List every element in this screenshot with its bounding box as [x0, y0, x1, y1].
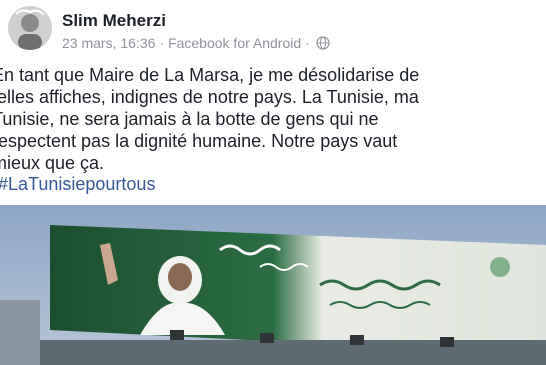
post-text-line: En tant que Maire de La Marsa, je me dés… [0, 65, 420, 85]
hashtag-link[interactable]: #LaTunisiepourtous [0, 174, 155, 195]
meta-separator: · [159, 35, 165, 51]
post-meta: 23 mars, 16:36 · Facebook for Android · [62, 35, 330, 51]
profile-photo [8, 6, 52, 50]
post-photo[interactable] [0, 205, 546, 365]
billboard-photo [0, 205, 546, 365]
post-source: Facebook for Android [168, 35, 302, 51]
meta-separator: · [305, 35, 310, 51]
post-timestamp[interactable]: 23 mars, 16:36 [62, 35, 155, 51]
post-text-line: Tunisie, ne sera jamais à la botte de ge… [0, 109, 379, 129]
facebook-post: Slim Meherzi 23 mars, 16:36 · Facebook f… [0, 0, 546, 365]
post-text-line: respectent pas la dignité humaine. Notre… [0, 131, 398, 151]
globe-icon [316, 36, 330, 50]
avatar[interactable] [8, 6, 52, 50]
author-name[interactable]: Slim Meherzi [62, 11, 166, 31]
post-text: En tant que Maire de La Marsa, je me dés… [0, 64, 546, 174]
post-text-line: mieux que ça. [0, 153, 105, 173]
post-text-line: telles affiches, indignes de notre pays.… [0, 87, 419, 107]
